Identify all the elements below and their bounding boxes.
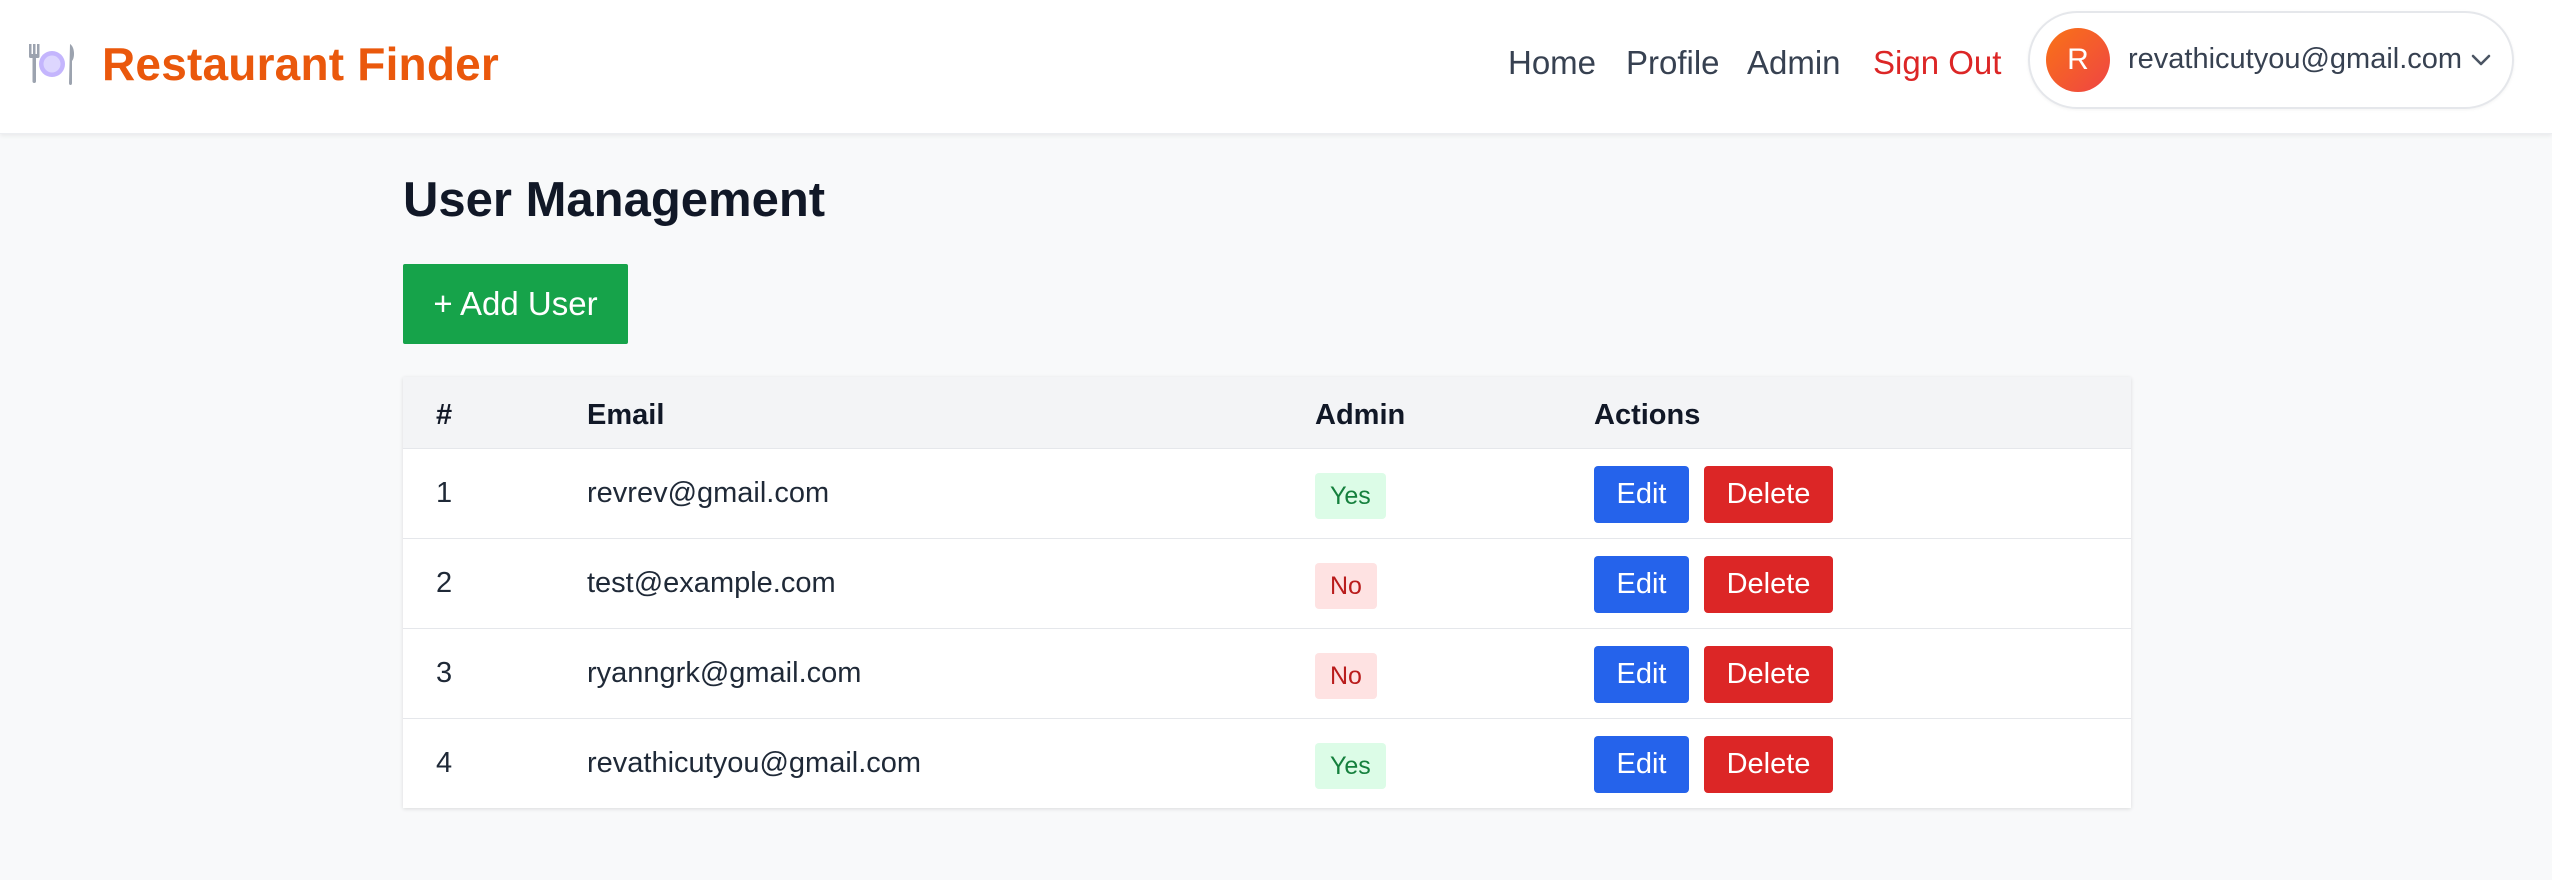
edit-button[interactable]: Edit xyxy=(1594,736,1689,793)
row-email: test@example.com xyxy=(587,567,836,599)
edit-button[interactable]: Edit xyxy=(1594,556,1689,613)
table-row: 2 test@example.com No Edit Delete xyxy=(403,539,2131,629)
brand[interactable]: Restaurant Finder xyxy=(26,34,499,94)
brand-title: Restaurant Finder xyxy=(102,38,500,90)
avatar: R xyxy=(2046,28,2110,92)
table-row: 3 ryanngrk@gmail.com No Edit Delete xyxy=(403,629,2131,719)
delete-button[interactable]: Delete xyxy=(1704,466,1833,523)
column-header-email: Email xyxy=(587,399,665,431)
users-table: # Email Admin Actions 1 revrev@gmail.com… xyxy=(403,377,2131,808)
edit-button[interactable]: Edit xyxy=(1594,466,1689,523)
row-email: revrev@gmail.com xyxy=(587,477,830,509)
admin-badge: No xyxy=(1315,563,1377,609)
edit-button[interactable]: Edit xyxy=(1594,646,1689,703)
admin-badge: Yes xyxy=(1315,743,1386,789)
plate-cutlery-icon xyxy=(26,38,78,90)
page-title: User Management xyxy=(403,173,826,227)
table-header: # Email Admin Actions xyxy=(403,377,2131,449)
row-email: revathicutyou@gmail.com xyxy=(587,747,922,779)
delete-button[interactable]: Delete xyxy=(1704,556,1833,613)
user-menu-button[interactable]: R revathicutyou@gmail.com xyxy=(2028,11,2514,109)
delete-button[interactable]: Delete xyxy=(1704,736,1833,793)
column-header-actions: Actions xyxy=(1594,399,1701,431)
chevron-down-icon xyxy=(2470,49,2492,71)
column-header-number: # xyxy=(436,399,453,431)
nav-admin-link[interactable]: Admin xyxy=(1747,44,1841,82)
row-number: 4 xyxy=(436,747,453,779)
delete-button[interactable]: Delete xyxy=(1704,646,1833,703)
nav-sign-out-link[interactable]: Sign Out xyxy=(1873,44,2001,82)
row-number: 3 xyxy=(436,657,453,689)
add-user-button[interactable]: + Add User xyxy=(403,264,628,344)
top-navbar: Restaurant Finder Home Profile Admin Sig… xyxy=(0,0,2552,134)
column-header-admin: Admin xyxy=(1315,399,1406,431)
admin-badge: No xyxy=(1315,653,1377,699)
row-email: ryanngrk@gmail.com xyxy=(587,657,862,689)
row-number: 2 xyxy=(436,567,453,599)
nav-profile-link[interactable]: Profile xyxy=(1626,44,1720,82)
nav-home-link[interactable]: Home xyxy=(1508,44,1596,82)
table-row: 4 revathicutyou@gmail.com Yes Edit Delet… xyxy=(403,719,2131,809)
row-number: 1 xyxy=(436,477,453,509)
user-email: revathicutyou@gmail.com xyxy=(2128,43,2463,75)
admin-badge: Yes xyxy=(1315,473,1386,519)
table-row: 1 revrev@gmail.com Yes Edit Delete xyxy=(403,449,2131,539)
